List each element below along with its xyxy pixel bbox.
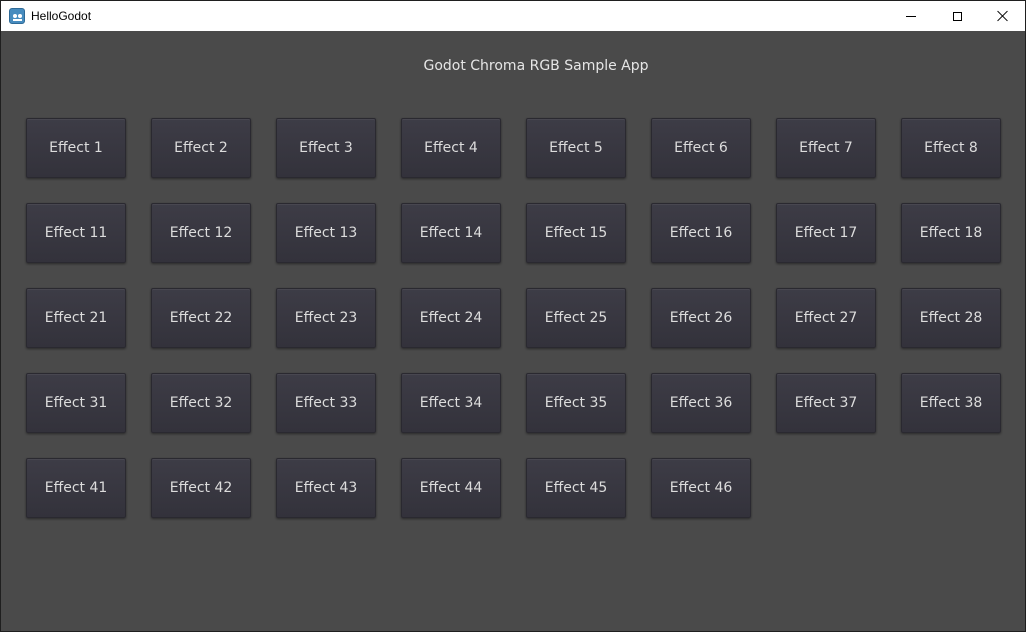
effect-button[interactable]: Effect 17 <box>776 203 876 263</box>
maximize-button[interactable] <box>934 1 980 31</box>
effect-button[interactable]: Effect 11 <box>26 203 126 263</box>
effect-button-grid: Effect 1 Effect 2 Effect 3 Effect 4 Effect 5… <box>26 118 1001 518</box>
title-bar[interactable]: HelloGodot <box>1 1 1025 31</box>
close-button[interactable] <box>980 1 1025 31</box>
effect-button[interactable]: Effect 5 <box>526 118 626 178</box>
minimize-icon <box>906 15 916 17</box>
effect-button[interactable]: Effect 45 <box>526 458 626 518</box>
effect-button[interactable]: Effect 8 <box>901 118 1001 178</box>
effect-button[interactable]: Effect 33 <box>276 373 376 433</box>
effect-button[interactable]: Effect 4 <box>401 118 501 178</box>
effect-button[interactable]: Effect 16 <box>651 203 751 263</box>
app-window: HelloGodot Godot Chroma RGB Sample App E… <box>0 0 1026 632</box>
effect-button[interactable]: Effect 38 <box>901 373 1001 433</box>
effect-button[interactable]: Effect 13 <box>276 203 376 263</box>
effect-button[interactable]: Effect 1 <box>26 118 126 178</box>
effect-button[interactable]: Effect 23 <box>276 288 376 348</box>
effect-button[interactable]: Effect 3 <box>276 118 376 178</box>
effect-button[interactable]: Effect 36 <box>651 373 751 433</box>
effect-button[interactable]: Effect 37 <box>776 373 876 433</box>
effect-button[interactable]: Effect 14 <box>401 203 501 263</box>
effect-button[interactable]: Effect 35 <box>526 373 626 433</box>
effect-button[interactable]: Effect 32 <box>151 373 251 433</box>
effect-button[interactable]: Effect 2 <box>151 118 251 178</box>
effect-button[interactable]: Effect 34 <box>401 373 501 433</box>
effect-button[interactable]: Effect 15 <box>526 203 626 263</box>
godot-icon <box>9 8 25 24</box>
effect-button[interactable]: Effect 46 <box>651 458 751 518</box>
effect-button[interactable]: Effect 31 <box>26 373 126 433</box>
window-title: HelloGodot <box>31 9 92 23</box>
minimize-button[interactable] <box>888 1 934 31</box>
effect-button[interactable]: Effect 44 <box>401 458 501 518</box>
effect-button[interactable]: Effect 25 <box>526 288 626 348</box>
effect-button[interactable]: Effect 21 <box>26 288 126 348</box>
effect-button[interactable]: Effect 43 <box>276 458 376 518</box>
effect-button[interactable]: Effect 41 <box>26 458 126 518</box>
app-heading: Godot Chroma RGB Sample App <box>423 58 649 74</box>
effect-button[interactable]: Effect 26 <box>651 288 751 348</box>
effect-button[interactable]: Effect 7 <box>776 118 876 178</box>
maximize-icon <box>952 11 962 21</box>
effect-button[interactable]: Effect 42 <box>151 458 251 518</box>
effect-button[interactable]: Effect 28 <box>901 288 1001 348</box>
app-content: Godot Chroma RGB Sample App Effect 1 Effe… <box>1 31 1025 631</box>
effect-button[interactable]: Effect 18 <box>901 203 1001 263</box>
effect-button[interactable]: Effect 22 <box>151 288 251 348</box>
effect-button[interactable]: Effect 6 <box>651 118 751 178</box>
effect-button[interactable]: Effect 12 <box>151 203 251 263</box>
effect-button[interactable]: Effect 24 <box>401 288 501 348</box>
effect-button[interactable]: Effect 27 <box>776 288 876 348</box>
close-icon <box>997 10 1009 22</box>
